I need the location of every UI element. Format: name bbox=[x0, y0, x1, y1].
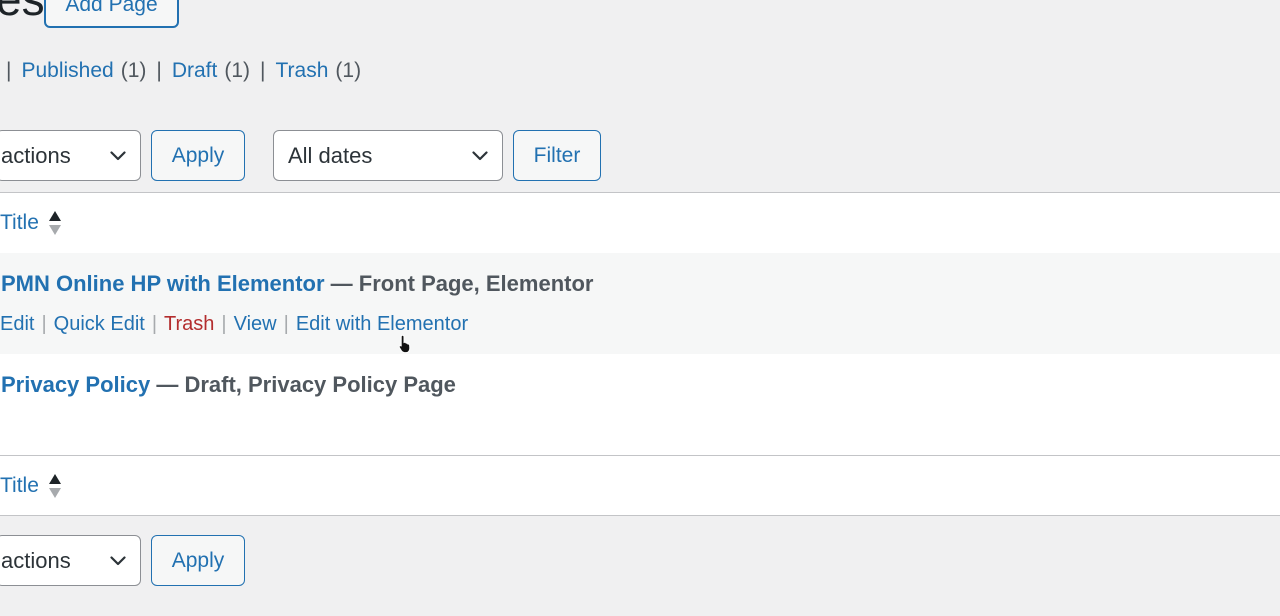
view-published-count: (1) bbox=[120, 59, 147, 82]
bulk-actions-select-bottom[interactable]: actions bbox=[0, 535, 141, 586]
table-header: Title bbox=[0, 193, 1280, 254]
title-column-sort-link[interactable]: Title bbox=[0, 211, 39, 235]
page-title: es bbox=[0, 0, 45, 24]
table-row: Privacy Policy — Draft, Privacy Policy P… bbox=[0, 354, 1280, 455]
edit-link[interactable]: Edit bbox=[0, 313, 34, 335]
quick-edit-link[interactable]: Quick Edit bbox=[54, 313, 145, 335]
chevron-down-icon bbox=[110, 150, 126, 160]
add-page-button[interactable]: Add Page bbox=[44, 0, 179, 28]
post-state: — Draft, Privacy Policy Page bbox=[150, 372, 456, 397]
status-views: | Published (1) | Draft (1) | Trash (1) bbox=[0, 56, 361, 86]
sort-icon[interactable] bbox=[48, 210, 62, 236]
view-separator: | bbox=[6, 59, 12, 82]
post-state: — Front Page, Elementor bbox=[324, 271, 594, 296]
view-link[interactable]: View bbox=[234, 313, 277, 335]
date-filter-value: All dates bbox=[288, 142, 373, 168]
action-separator: | bbox=[151, 313, 158, 335]
apply-button-top[interactable]: Apply bbox=[151, 130, 245, 181]
view-trash-count: (1) bbox=[335, 59, 362, 82]
edit-with-elementor-link[interactable]: Edit with Elementor bbox=[296, 313, 468, 335]
table-row: PMN Online HP with Elementor — Front Pag… bbox=[0, 253, 1280, 354]
hand-cursor-icon bbox=[398, 334, 411, 354]
bulk-actions-value: actions bbox=[1, 547, 71, 573]
view-draft-count: (1) bbox=[224, 59, 251, 82]
title-column-sort-link[interactable]: Title bbox=[0, 474, 39, 498]
bulk-actions-value: actions bbox=[1, 142, 71, 168]
trash-link[interactable]: Trash bbox=[164, 313, 214, 335]
chevron-down-icon bbox=[110, 555, 126, 565]
date-filter-select[interactable]: All dates bbox=[273, 130, 503, 181]
row-title-link[interactable]: Privacy Policy bbox=[1, 372, 150, 397]
apply-button-bottom[interactable]: Apply bbox=[151, 535, 245, 586]
table-footer: Title bbox=[0, 455, 1280, 516]
sort-icon[interactable] bbox=[48, 473, 62, 499]
bulk-actions-select-top[interactable]: actions bbox=[0, 130, 141, 181]
view-separator: | bbox=[260, 59, 266, 82]
view-trash-link[interactable]: Trash bbox=[276, 59, 329, 83]
view-draft-link[interactable]: Draft bbox=[172, 59, 218, 83]
row-title-line: Privacy Policy — Draft, Privacy Policy P… bbox=[1, 372, 456, 398]
filter-button[interactable]: Filter bbox=[513, 130, 601, 181]
row-title-link[interactable]: PMN Online HP with Elementor bbox=[1, 271, 325, 296]
action-separator: | bbox=[221, 313, 227, 335]
row-title-line: PMN Online HP with Elementor — Front Pag… bbox=[1, 271, 593, 297]
chevron-down-icon bbox=[472, 150, 488, 160]
view-published-link[interactable]: Published bbox=[21, 59, 113, 83]
action-separator: | bbox=[283, 313, 289, 335]
row-actions: Edit | Quick Edit | Trash | View | Edit with Ele… bbox=[0, 313, 468, 336]
view-separator: | bbox=[156, 59, 162, 82]
action-separator: | bbox=[41, 313, 47, 335]
pages-table: Title PMN Online HP with Elementor — Fro… bbox=[0, 192, 1280, 516]
